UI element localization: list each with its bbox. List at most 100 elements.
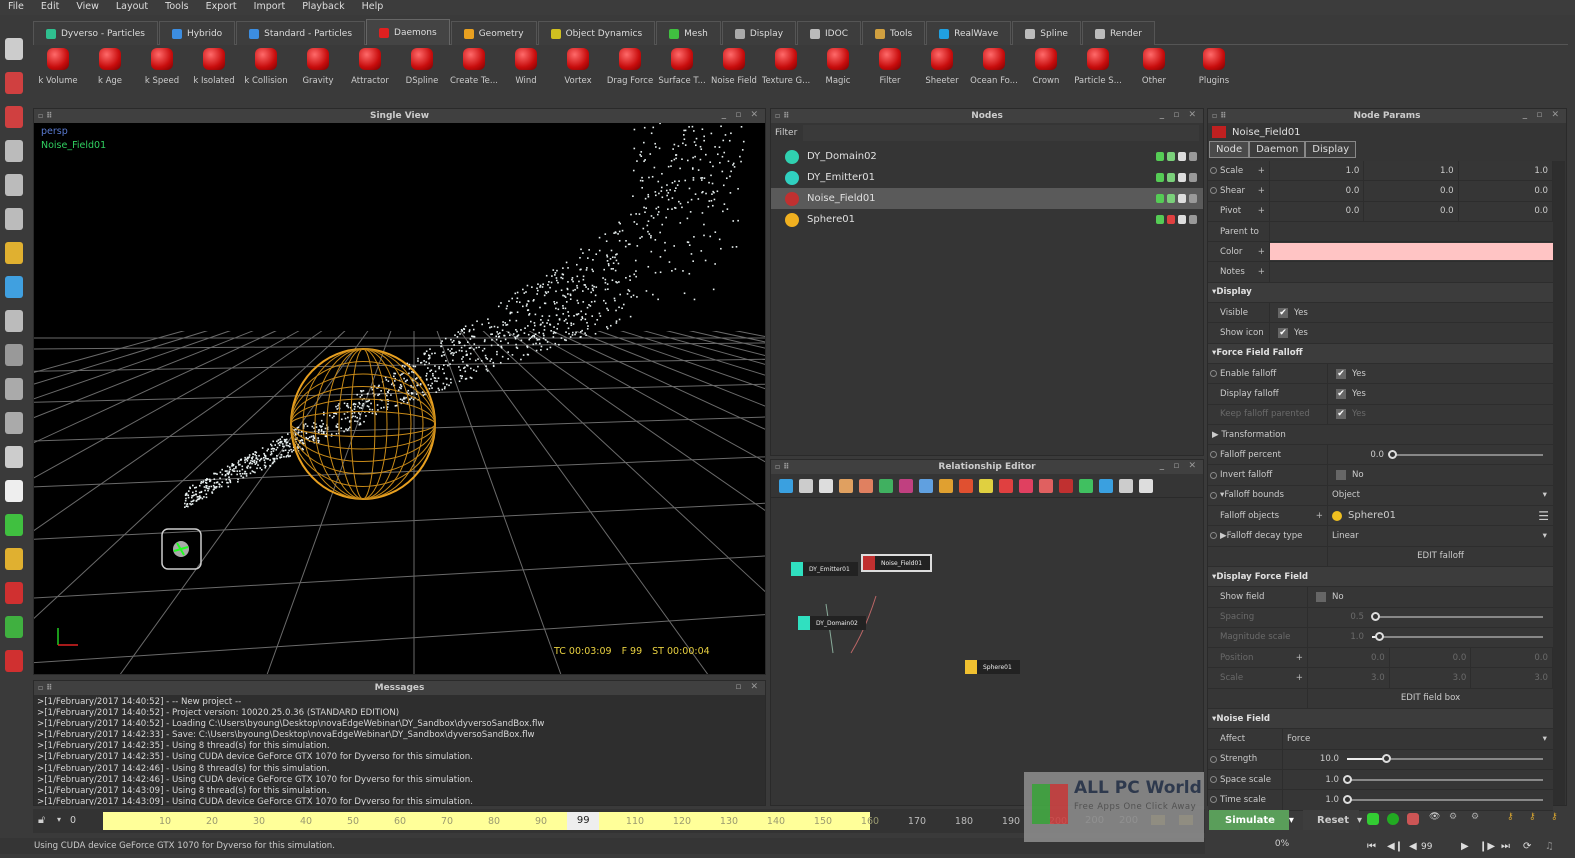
mode-icon[interactable] <box>1189 152 1197 161</box>
tab-idoc[interactable]: IDOC <box>797 21 861 45</box>
params-scrollbar[interactable] <box>1553 161 1565 805</box>
move-icon[interactable] <box>5 72 23 94</box>
mode-icon[interactable] <box>1189 215 1197 224</box>
vector-field[interactable]: 3.0 <box>1308 668 1390 688</box>
window-controls[interactable]: _ ▫ ✕ <box>1160 110 1199 120</box>
frame-field[interactable]: 99 <box>1419 842 1453 852</box>
checkbox[interactable]: ✔ <box>1278 328 1288 339</box>
tool-plugins[interactable]: Plugins <box>1188 48 1240 100</box>
slider-value[interactable]: 0.5 <box>1308 612 1368 622</box>
tool-sheeter[interactable]: Sheeter <box>916 48 968 100</box>
current-frame-field[interactable]: 99 <box>567 812 600 830</box>
slider[interactable] <box>1347 754 1543 764</box>
relationship-tool-icon[interactable] <box>1099 478 1113 493</box>
tool-gravity[interactable]: Gravity <box>292 48 344 100</box>
cube-icon[interactable] <box>5 208 23 230</box>
plus-icon[interactable]: + <box>1258 267 1265 277</box>
dropdown[interactable]: Force <box>1283 734 1553 744</box>
paint-icon[interactable] <box>5 548 23 570</box>
param-tab-node[interactable]: Node <box>1209 141 1250 158</box>
keyframe-radio[interactable] <box>1210 776 1217 784</box>
tool-dspline[interactable]: DSpline <box>396 48 448 100</box>
tool-k-age[interactable]: k Age <box>84 48 136 100</box>
key-icon[interactable]: ⚷ <box>1507 812 1514 822</box>
slider[interactable] <box>1343 774 1543 784</box>
relationship-tool-icon[interactable] <box>859 478 873 493</box>
tab-mesh[interactable]: Mesh <box>656 21 721 45</box>
simulate-button[interactable]: Simulate ▾ <box>1209 810 1294 830</box>
box-icon[interactable] <box>5 310 23 332</box>
slider-value[interactable]: 0.0 <box>1328 450 1388 460</box>
save-red-icon[interactable] <box>5 650 23 672</box>
tab-hybrido[interactable]: Hybrido <box>158 21 236 45</box>
vector-field[interactable]: 0.0 <box>1308 648 1390 668</box>
menu-playback[interactable]: Playback <box>294 0 353 15</box>
relationship-tool-icon[interactable] <box>1039 478 1053 493</box>
tool-crown[interactable]: Crown <box>1020 48 1072 100</box>
tool-filter[interactable]: Filter <box>864 48 916 100</box>
sphere-wire-icon[interactable] <box>5 412 23 434</box>
brush-icon[interactable] <box>5 514 23 536</box>
tab-object-dynamics[interactable]: Object Dynamics <box>537 21 656 45</box>
graph-node-sphere[interactable]: Sphere01 <box>965 660 1020 674</box>
slider-value[interactable]: 10.0 <box>1283 754 1343 764</box>
vector-field[interactable]: 0.0 <box>1459 181 1553 201</box>
loop-icon[interactable]: ⟳ <box>1523 841 1531 852</box>
visibility-icon[interactable] <box>1178 194 1186 203</box>
keyframe-radio[interactable] <box>1210 471 1217 479</box>
vector-field[interactable]: 0.0 <box>1459 201 1553 221</box>
relationship-tool-icon[interactable] <box>1019 478 1033 493</box>
relationship-tool-icon[interactable] <box>799 478 813 493</box>
slider-value[interactable]: 1.0 <box>1283 795 1343 805</box>
tab-geometry[interactable]: Geometry <box>450 21 537 45</box>
refresh-icon[interactable] <box>1387 813 1399 825</box>
window-controls[interactable]: _ ▫ ✕ <box>1523 110 1562 120</box>
window-controls[interactable]: _ ▫ ✕ <box>1160 461 1199 471</box>
tool-noise-field[interactable]: Noise Field <box>708 48 760 100</box>
vector-field[interactable]: 0.0 <box>1270 181 1365 201</box>
vector-field[interactable]: 3.0 <box>1471 668 1554 688</box>
visibility-icon[interactable] <box>1178 152 1186 161</box>
simulate-toggle-icon[interactable] <box>1167 215 1175 224</box>
menu-file[interactable]: File <box>0 0 33 15</box>
first-frame-icon[interactable]: ⏮ <box>1367 841 1376 852</box>
gears-icon[interactable]: ⚙ <box>1449 812 1457 822</box>
rotate-icon[interactable] <box>5 106 23 128</box>
object-list[interactable]: Sphere01 ☰ <box>1328 509 1553 523</box>
nodes-icon[interactable]: ⚙ <box>1471 812 1479 822</box>
tool-vortex[interactable]: Vortex <box>552 48 604 100</box>
list-menu-icon[interactable]: ☰ <box>1538 509 1549 523</box>
tab-tools[interactable]: Tools <box>861 21 926 45</box>
relationship-tool-icon[interactable] <box>959 478 973 493</box>
sphere-icon[interactable] <box>5 446 23 468</box>
tab-dyverso-particles[interactable]: Dyverso - Particles <box>33 21 158 45</box>
filter-input[interactable] <box>803 125 1199 141</box>
plus-icon[interactable]: + <box>1296 673 1303 683</box>
node-item[interactable]: DY_Emitter01 <box>771 167 1203 188</box>
slider-value[interactable]: 1.0 <box>1308 632 1368 642</box>
keyframe-radio[interactable] <box>1210 755 1217 763</box>
tool-create-te-[interactable]: Create Te... <box>448 48 500 100</box>
axis-icon[interactable] <box>5 276 23 298</box>
menu-edit[interactable]: Edit <box>33 0 68 15</box>
plus-icon[interactable]: + <box>1296 653 1303 663</box>
visibility-icon[interactable] <box>1178 173 1186 182</box>
reset-button[interactable]: Reset ▾ <box>1303 810 1362 830</box>
vector-field[interactable]: 0.0 <box>1471 648 1554 668</box>
key-all-icon[interactable]: ⚷ <box>1551 812 1558 822</box>
chevron-down-icon[interactable]: ▾ <box>1357 815 1362 826</box>
edit-button[interactable]: EDIT field box <box>1308 693 1553 703</box>
speaker-icon[interactable]: ♫ <box>1545 841 1554 852</box>
cube-outline-icon[interactable] <box>5 378 23 400</box>
keyframe-radio[interactable] <box>1210 532 1217 540</box>
slider-handle[interactable] <box>1371 612 1381 622</box>
step-forward-icon[interactable]: ❙▶ <box>1479 841 1495 852</box>
graph-node-noise-field[interactable]: Noise_Field01 <box>860 554 933 572</box>
play-back-icon[interactable]: ◀ <box>1409 841 1417 852</box>
relationship-tool-icon[interactable] <box>919 478 933 493</box>
tool-texture-g-[interactable]: Texture G... <box>760 48 812 100</box>
vector-field[interactable]: 1.0 <box>1364 161 1459 181</box>
lock-icon[interactable]: 🔓︎ <box>38 813 45 827</box>
menu-tools[interactable]: Tools <box>157 0 197 15</box>
mode-icon[interactable] <box>1189 194 1197 203</box>
